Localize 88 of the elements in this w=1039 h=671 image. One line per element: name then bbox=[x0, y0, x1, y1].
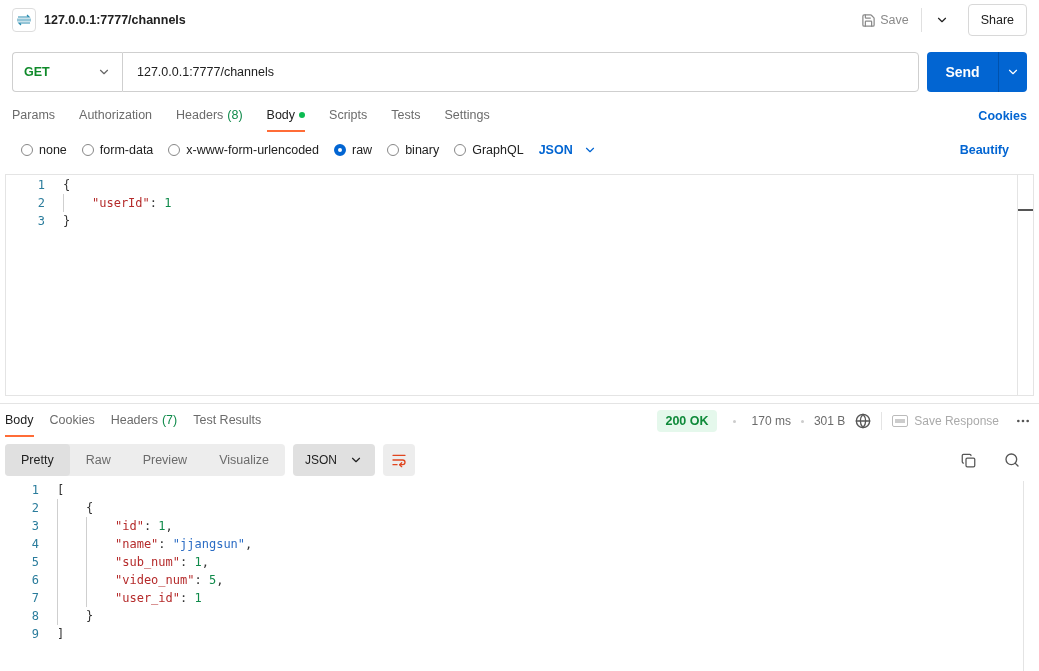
url-field[interactable]: 127.0.0.1:7777/channels bbox=[122, 52, 919, 92]
json-punctuation: , bbox=[201, 554, 209, 571]
view-mode-tab[interactable]: Visualize bbox=[203, 444, 285, 476]
line-number: 4 bbox=[30, 536, 40, 553]
json-value: 1 bbox=[158, 518, 166, 535]
send-label[interactable]: Send bbox=[927, 52, 999, 92]
json-punctuation: } bbox=[63, 213, 71, 230]
json-punctuation: , bbox=[245, 536, 253, 553]
json-key: "userId" bbox=[92, 194, 150, 212]
tab[interactable]: Tests bbox=[391, 100, 421, 132]
count-label: (7) bbox=[161, 411, 178, 429]
tab[interactable]: Test Results bbox=[193, 405, 262, 437]
tab[interactable]: Body bbox=[266, 100, 306, 132]
http-icon bbox=[12, 8, 36, 32]
save-icon bbox=[861, 12, 877, 28]
tab[interactable]: Headers (8) bbox=[176, 100, 243, 132]
json-value: "jjangsun" bbox=[172, 536, 246, 553]
view-mode-tab[interactable]: Pretty bbox=[5, 444, 70, 476]
radio-option[interactable]: raw bbox=[334, 140, 373, 160]
count-label: (8) bbox=[227, 106, 243, 124]
beautify-link[interactable]: Beautify bbox=[959, 140, 1009, 160]
line-number: 5 bbox=[30, 554, 40, 571]
line-number: 6 bbox=[30, 572, 40, 589]
tab[interactable]: Params bbox=[12, 100, 56, 132]
line-number: 9 bbox=[30, 626, 40, 643]
line-number: 2 bbox=[30, 500, 40, 517]
wrap-lines-icon[interactable] bbox=[390, 452, 407, 468]
json-punctuation: : bbox=[194, 572, 203, 589]
wrap-lines-button[interactable] bbox=[382, 444, 415, 476]
request-body-editor[interactable]: 1 { 2 "userId": 1 3 } bbox=[5, 174, 1034, 396]
save-button[interactable]: Save bbox=[857, 5, 913, 35]
format-dropdown[interactable]: JSON bbox=[538, 140, 597, 160]
response-size: 301 B bbox=[813, 413, 846, 430]
json-value: 1 bbox=[194, 554, 202, 571]
json-punctuation: [ bbox=[57, 482, 65, 499]
json-punctuation: : bbox=[180, 554, 189, 571]
json-key: "name" bbox=[115, 535, 159, 553]
json-punctuation: : bbox=[180, 590, 189, 607]
line-number: 1 bbox=[36, 177, 46, 194]
tab[interactable]: Headers (7) bbox=[110, 405, 178, 437]
send-button[interactable]: Send bbox=[927, 52, 1027, 92]
json-punctuation: , bbox=[216, 572, 224, 589]
radio-option[interactable]: x-www-form-urlencoded bbox=[168, 140, 319, 160]
json-punctuation: { bbox=[63, 177, 71, 194]
scrollbar-marker bbox=[1018, 209, 1033, 211]
request-title: 127.0.0.1:7777/channels bbox=[44, 11, 186, 29]
globe-icon[interactable] bbox=[855, 413, 872, 429]
json-value: 1 bbox=[194, 590, 202, 607]
json-punctuation: : bbox=[158, 536, 167, 553]
json-value: 5 bbox=[208, 572, 217, 589]
line-number: 1 bbox=[30, 482, 40, 499]
radio-option[interactable]: binary bbox=[387, 140, 440, 160]
tab[interactable]: Settings bbox=[444, 100, 490, 132]
json-punctuation: } bbox=[86, 608, 94, 625]
view-mode-tab[interactable]: Raw bbox=[69, 444, 127, 476]
response-format-dropdown[interactable]: JSON bbox=[292, 444, 375, 476]
tab[interactable]: Scripts bbox=[329, 100, 368, 132]
json-key: "video_num" bbox=[115, 571, 195, 589]
method-dropdown[interactable]: GET bbox=[12, 52, 122, 92]
json-punctuation: , bbox=[165, 518, 173, 535]
radio-button[interactable] bbox=[334, 144, 346, 156]
copy-icon[interactable] bbox=[961, 452, 976, 468]
line-number: 8 bbox=[30, 608, 40, 625]
json-punctuation: ] bbox=[57, 626, 65, 643]
json-key: "sub_num" bbox=[115, 553, 181, 571]
search-icon[interactable] bbox=[1004, 452, 1020, 468]
json-key: "id" bbox=[115, 517, 144, 535]
cookies-link[interactable]: Cookies bbox=[978, 106, 1027, 126]
response-time: 170 ms bbox=[751, 413, 791, 430]
view-mode-tab[interactable]: Preview bbox=[126, 444, 204, 476]
radio-option[interactable]: form-data bbox=[81, 140, 154, 160]
line-number: 3 bbox=[36, 213, 46, 230]
example-icon bbox=[892, 415, 909, 427]
line-number: 7 bbox=[30, 590, 40, 607]
tab[interactable]: Body bbox=[5, 405, 34, 437]
share-button[interactable]: Share bbox=[967, 4, 1027, 36]
json-value: 1 bbox=[164, 195, 172, 212]
json-punctuation: : bbox=[149, 195, 159, 212]
radio-option[interactable]: none bbox=[21, 140, 67, 160]
json-punctuation: : bbox=[143, 518, 153, 535]
radio-option[interactable]: GraphQL bbox=[454, 140, 524, 160]
tab[interactable]: Cookies bbox=[49, 405, 95, 437]
json-punctuation: { bbox=[86, 500, 94, 517]
tab[interactable]: Authorization bbox=[79, 100, 153, 132]
status-badge: 200 OK bbox=[657, 409, 717, 433]
line-number: 3 bbox=[30, 518, 40, 535]
line-number: 2 bbox=[36, 195, 46, 212]
json-key: "user_id" bbox=[115, 589, 181, 607]
